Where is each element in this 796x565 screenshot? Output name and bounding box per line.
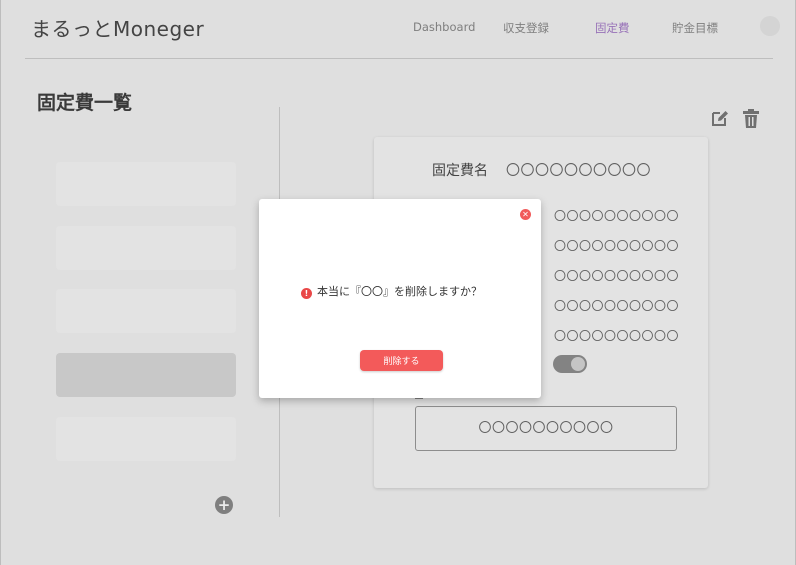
confirm-message-text: 本当に『〇〇』を削除しますか？ — [317, 285, 482, 298]
app-window: まるっとMoneger Dashboard 収支登録 固定費 貯金目標 固定費一… — [0, 0, 796, 565]
close-icon[interactable]: ✕ — [520, 209, 531, 220]
warning-icon: ! — [301, 288, 312, 299]
confirm-message: ! 本当に『〇〇』を削除しますか？ — [301, 283, 482, 299]
delete-confirm-dialog: ✕ ! 本当に『〇〇』を削除しますか？ 削除する — [259, 199, 541, 398]
delete-button[interactable]: 削除する — [360, 350, 443, 371]
